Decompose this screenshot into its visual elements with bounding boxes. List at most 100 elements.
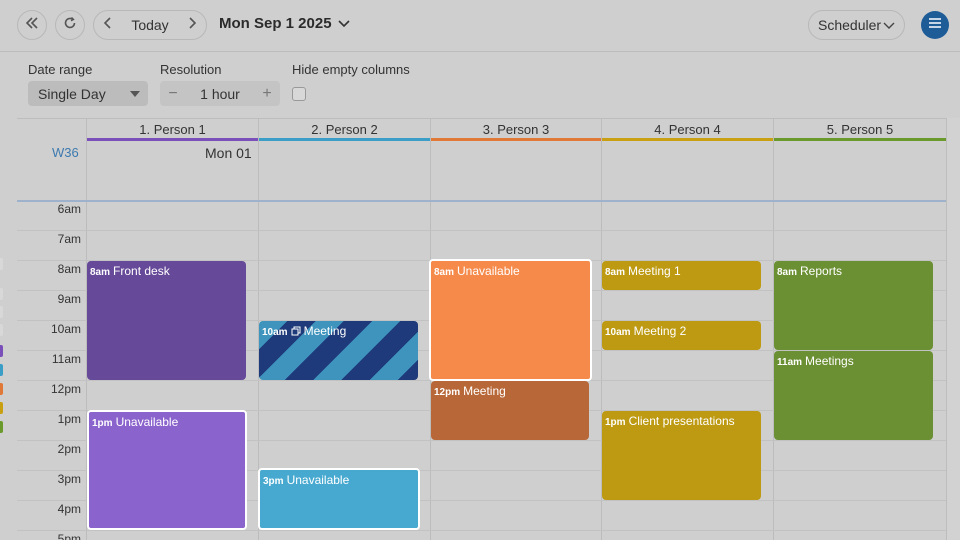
today-button[interactable]: Today xyxy=(122,17,178,33)
time-label: 1pm xyxy=(57,412,81,426)
event-unavailable[interactable]: 3pm Unavailable xyxy=(258,468,420,530)
event-title: Unavailable xyxy=(115,415,179,429)
event-unavailable[interactable]: 8am Unavailable xyxy=(429,259,592,381)
column-header-person-1[interactable]: 1. Person 1 xyxy=(87,119,258,141)
hour-line xyxy=(17,530,946,531)
time-label: 9am xyxy=(57,292,81,306)
event-title: Meeting 2 xyxy=(633,324,687,338)
hamburger-menu-icon xyxy=(928,16,942,34)
column-color-bar xyxy=(431,138,601,141)
scheduler-grid: 1. Person 1 2. Person 2 3. Person 3 4. P… xyxy=(17,118,946,540)
resource-swatch xyxy=(0,306,3,318)
menu-button[interactable] xyxy=(921,11,949,39)
event-title: Reports xyxy=(800,264,843,278)
column-color-bar xyxy=(259,138,430,141)
resource-swatch xyxy=(0,258,3,270)
event-title: Front desk xyxy=(113,264,170,278)
column-header-label: 2. Person 2 xyxy=(311,122,378,137)
event-time: 8am xyxy=(605,267,626,278)
chevron-down-icon xyxy=(337,15,350,32)
column-header-label: 1. Person 1 xyxy=(139,122,206,137)
time-label: 10am xyxy=(50,322,81,336)
hide-empty-columns-checkbox[interactable] xyxy=(292,87,306,101)
column-header-label: 3. Person 3 xyxy=(482,122,550,137)
event-meetings[interactable]: 11am Meetings xyxy=(774,351,933,440)
event-meeting-1[interactable]: 8am Meeting 1 xyxy=(602,261,761,290)
collapse-sidebar-button[interactable] xyxy=(17,10,47,40)
previous-button[interactable] xyxy=(94,11,122,39)
time-label: 8am xyxy=(57,262,81,276)
week-number: W36 xyxy=(52,145,79,160)
event-time: 8am xyxy=(90,267,111,278)
event-time: 10am xyxy=(262,327,288,338)
column-header-person-4[interactable]: 4. Person 4 xyxy=(602,119,773,141)
event-front-desk[interactable]: 8am Front desk xyxy=(87,261,246,380)
resolution-label: Resolution xyxy=(160,62,222,77)
event-title: Unavailable xyxy=(286,473,350,487)
time-label: 12pm xyxy=(50,382,81,396)
time-label: 2pm xyxy=(57,442,81,456)
event-title: Meeting 1 xyxy=(628,264,681,278)
event-time: 1pm xyxy=(92,418,113,429)
date-picker-toggle[interactable]: Mon Sep 1 2025 xyxy=(219,15,350,32)
toolbar: Today Mon Sep 1 2025 Scheduler xyxy=(0,0,960,52)
resolution-stepper: − 1 hour + xyxy=(160,81,280,106)
resource-swatch-person-2 xyxy=(0,364,3,376)
event-time: 8am xyxy=(777,267,798,278)
resolution-value: 1 hour xyxy=(200,85,240,102)
event-meeting-2[interactable]: 10am Meeting 2 xyxy=(602,321,761,350)
column-color-bar xyxy=(87,138,258,141)
all-day-divider xyxy=(17,200,946,202)
time-label: 5pm xyxy=(57,532,81,540)
date-range-select[interactable]: Single Day xyxy=(28,81,148,106)
date-range-value: Single Day xyxy=(38,86,106,102)
resolution-decrease-button[interactable]: − xyxy=(160,85,186,103)
column-color-bar xyxy=(774,138,946,141)
event-title: Client presentations xyxy=(628,414,735,428)
event-client-presentations[interactable]: 1pm Client presentations xyxy=(602,411,761,500)
time-label: 11am xyxy=(51,352,81,366)
event-meeting[interactable]: 12pm Meeting xyxy=(431,381,589,440)
event-reports[interactable]: 8am Reports xyxy=(774,261,933,350)
column-header-label: 5. Person 5 xyxy=(826,122,894,137)
time-label: 4pm xyxy=(57,502,81,516)
chevron-right-icon xyxy=(187,16,197,34)
column-header-person-5[interactable]: 5. Person 5 xyxy=(774,119,946,141)
column-header-person-2[interactable]: 2. Person 2 xyxy=(259,119,430,141)
time-label: 7am xyxy=(57,232,81,246)
event-title: Meeting xyxy=(463,384,506,398)
recurring-icon xyxy=(291,324,304,338)
event-title: Meeting xyxy=(303,324,347,338)
event-time: 12pm xyxy=(434,387,461,398)
vertical-scrollbar[interactable] xyxy=(946,118,960,540)
resource-swatch-person-3 xyxy=(0,383,3,395)
event-time: 11am xyxy=(777,357,803,368)
next-button[interactable] xyxy=(178,11,206,39)
view-selector[interactable]: Scheduler xyxy=(808,10,905,40)
resource-swatch-person-4 xyxy=(0,402,3,414)
event-title: Unavailable xyxy=(457,264,520,278)
chevron-left-icon xyxy=(103,16,113,34)
refresh-button[interactable] xyxy=(55,10,85,40)
refresh-icon xyxy=(63,16,77,35)
view-selector-label: Scheduler xyxy=(818,17,882,33)
event-time: 8am xyxy=(434,267,455,278)
resource-swatch xyxy=(0,288,3,300)
time-label: 3pm xyxy=(57,472,81,486)
chevron-down-icon xyxy=(883,17,895,33)
event-time: 3pm xyxy=(263,476,284,487)
resolution-increase-button[interactable]: + xyxy=(254,85,280,103)
event-title: Meetings xyxy=(805,354,854,368)
resource-swatch-person-5 xyxy=(0,421,3,433)
hide-empty-columns-label: Hide empty columns xyxy=(292,62,410,77)
resource-swatch xyxy=(0,324,3,336)
event-unavailable[interactable]: 1pm Unavailable xyxy=(87,410,247,530)
date-navigation: Today xyxy=(93,10,207,40)
column-header-person-3[interactable]: 3. Person 3 xyxy=(431,119,601,141)
double-chevron-left-icon xyxy=(25,16,39,35)
column-color-bar xyxy=(602,138,773,141)
resource-swatch-person-1 xyxy=(0,345,3,357)
caret-down-icon xyxy=(130,91,140,97)
event-meeting-recurring[interactable]: 10am Meeting xyxy=(259,321,418,380)
day-label: Mon 01 xyxy=(205,145,252,161)
